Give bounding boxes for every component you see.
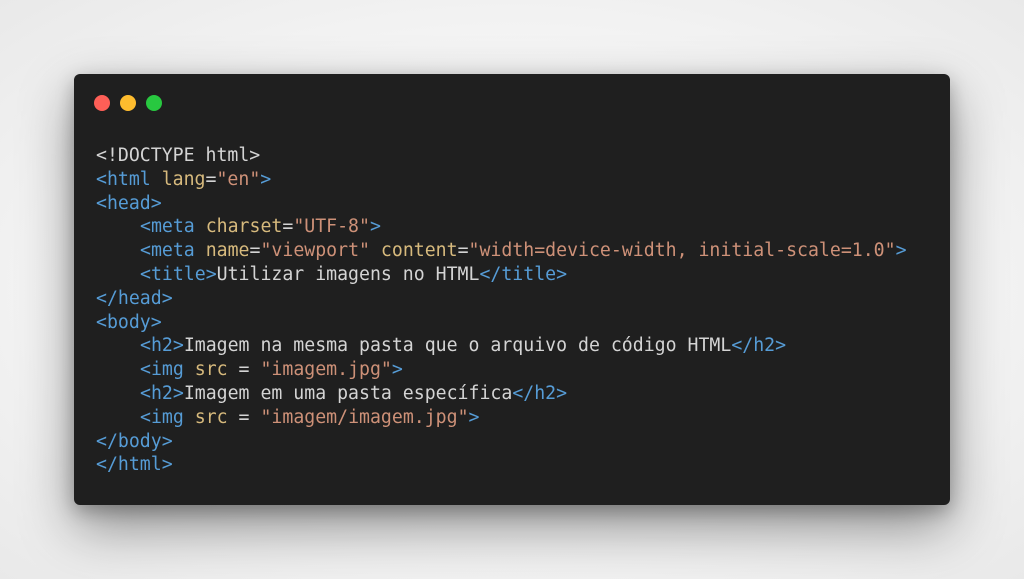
code-block: <!DOCTYPE html> <html lang="en"> <head> <me… <box>96 144 907 477</box>
code-token: > <box>391 359 403 381</box>
minimize-window-icon[interactable] <box>120 95 136 111</box>
code-token: </title> <box>479 263 568 285</box>
code-line: <meta name="viewport" content="width=dev… <box>96 239 907 263</box>
code-line: <img src = "imagem.jpg"> <box>96 358 907 382</box>
code-line: </head> <box>96 287 907 311</box>
code-token: Utilizar imagens no HTML <box>216 263 480 285</box>
code-token: content <box>380 240 458 262</box>
code-token: <meta <box>140 216 206 238</box>
code-token: src <box>194 359 228 381</box>
code-token: <img <box>140 406 195 428</box>
code-token: <h2> <box>140 382 184 404</box>
code-token: <meta <box>140 240 206 262</box>
code-token: <!DOCTYPE html> <box>96 145 261 166</box>
code-line: </body> <box>96 430 907 454</box>
code-window: <!DOCTYPE html> <html lang="en"> <head> <me… <box>74 74 950 505</box>
code-token: Imagem na mesma pasta que o arquivo de c… <box>183 335 732 357</box>
code-token: = <box>227 406 261 428</box>
code-token: name <box>205 240 250 262</box>
code-token: = <box>249 240 261 262</box>
code-token: > <box>895 240 907 262</box>
code-line: <body> <box>96 311 907 335</box>
code-token: = <box>227 359 261 381</box>
code-line: <html lang="en"> <box>96 168 907 192</box>
code-token: "UTF-8" <box>293 216 370 238</box>
code-line: <title>Utilizar imagens no HTML</title> <box>96 263 907 287</box>
code-token: <html <box>96 168 162 190</box>
code-line: <head> <box>96 192 907 216</box>
code-token: = <box>282 216 294 238</box>
code-token: = <box>205 168 217 190</box>
code-token: > <box>369 216 381 238</box>
code-token: </body> <box>96 430 173 452</box>
code-token: </head> <box>96 287 173 309</box>
code-token: Imagem em uma pasta específica <box>183 382 513 404</box>
code-line: <h2>Imagem em uma pasta específica</h2> <box>96 382 907 406</box>
code-line: <h2>Imagem na mesma pasta que o arquivo … <box>96 334 907 358</box>
code-token: src <box>194 406 228 428</box>
code-token: <head> <box>96 192 162 214</box>
code-token: "imagem.jpg" <box>260 359 392 381</box>
code-token: "viewport" <box>260 240 370 262</box>
code-token: </h2> <box>731 335 787 357</box>
code-token: <h2> <box>140 335 184 357</box>
maximize-window-icon[interactable] <box>146 95 162 111</box>
code-token: charset <box>205 216 283 238</box>
code-token: <img <box>140 359 195 381</box>
code-token: <body> <box>96 311 162 333</box>
close-window-icon[interactable] <box>94 95 110 111</box>
code-token: "en" <box>216 168 261 190</box>
code-line: <meta charset="UTF-8"> <box>96 215 907 239</box>
code-line: <!DOCTYPE html> <box>96 144 907 168</box>
code-token: = <box>457 240 469 262</box>
code-token: > <box>468 406 480 428</box>
code-token: > <box>260 168 272 190</box>
code-token: "width=device-width, initial-scale=1.0" <box>468 240 896 262</box>
code-line: </html> <box>96 453 907 477</box>
code-line: <img src = "imagem/imagem.jpg"> <box>96 406 907 430</box>
code-token: lang <box>161 168 206 190</box>
code-token: </h2> <box>512 382 568 404</box>
code-token: </html> <box>96 454 173 476</box>
code-token: <title> <box>140 263 217 285</box>
window-controls <box>94 95 162 111</box>
code-token: "imagem/imagem.jpg" <box>260 406 469 428</box>
